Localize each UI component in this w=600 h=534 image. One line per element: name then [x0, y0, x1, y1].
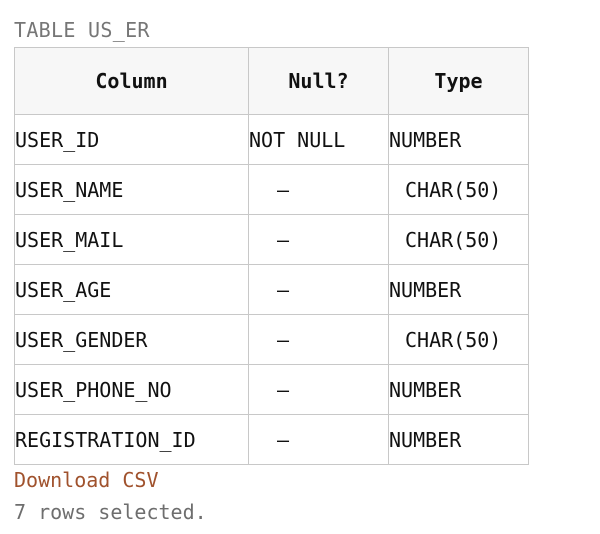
column-name-cell: USER_MAIL	[14, 214, 249, 265]
type-cell: CHAR(50)	[388, 314, 529, 365]
column-name-cell: USER_AGE	[14, 264, 249, 315]
type-cell: CHAR(50)	[388, 214, 529, 265]
rows-selected-status: 7 rows selected.	[14, 500, 207, 524]
table-row: USER_AGE – NUMBER	[14, 264, 529, 315]
download-csv-link[interactable]: Download CSV	[14, 467, 159, 493]
null-cell: –	[248, 264, 389, 315]
column-name-cell: USER_PHONE_NO	[14, 364, 249, 415]
null-header: Null?	[248, 47, 389, 115]
type-cell: NUMBER	[388, 114, 529, 165]
header-row: Column Null? Type	[14, 47, 529, 115]
type-header: Type	[388, 47, 529, 115]
null-cell: –	[248, 164, 389, 215]
type-cell: NUMBER	[388, 364, 529, 415]
table-row: USER_GENDER – CHAR(50)	[14, 314, 529, 365]
table-row: USER_ID NOT NULL NUMBER	[14, 114, 529, 165]
null-cell: –	[248, 214, 389, 265]
type-cell: NUMBER	[388, 264, 529, 315]
type-cell: CHAR(50)	[388, 164, 529, 215]
null-cell: NOT NULL	[248, 114, 389, 165]
table-row: USER_MAIL – CHAR(50)	[14, 214, 529, 265]
table-row: USER_PHONE_NO – NUMBER	[14, 364, 529, 415]
table-body: USER_ID NOT NULL NUMBER USER_NAME – CHAR…	[14, 114, 529, 465]
table-header: Column Null? Type	[14, 47, 529, 115]
type-cell: NUMBER	[388, 414, 529, 465]
column-name-cell: USER_ID	[14, 114, 249, 165]
table-row: USER_NAME – CHAR(50)	[14, 164, 529, 215]
table-title: TABLE US_ER	[14, 18, 150, 42]
null-cell: –	[248, 314, 389, 365]
null-cell: –	[248, 414, 389, 465]
column-header: Column	[14, 47, 249, 115]
column-name-cell: USER_GENDER	[14, 314, 249, 365]
column-name-cell: USER_NAME	[14, 164, 249, 215]
describe-table: Column Null? Type USER_ID NOT NULL NUMBE…	[14, 47, 529, 465]
column-name-cell: REGISTRATION_ID	[14, 414, 249, 465]
null-cell: –	[248, 364, 389, 415]
table-row: REGISTRATION_ID – NUMBER	[14, 414, 529, 465]
